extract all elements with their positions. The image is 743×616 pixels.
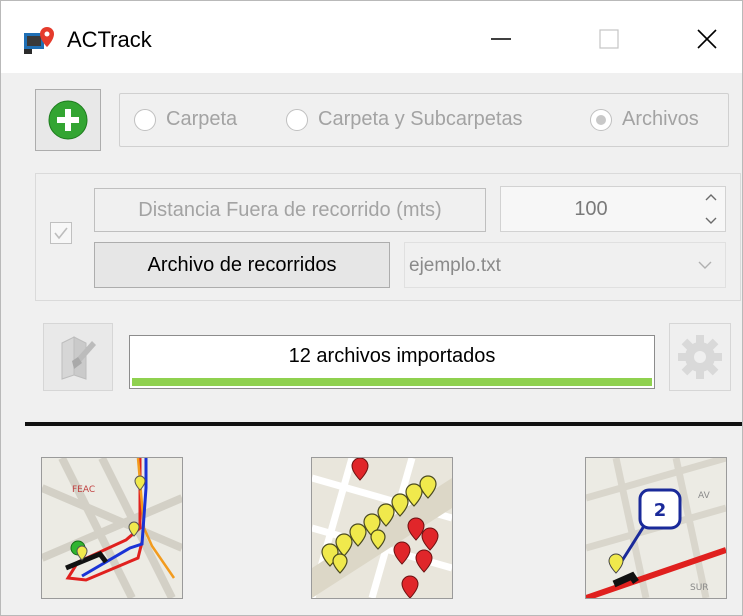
- routes-file-value: ejemplo.txt: [409, 255, 501, 276]
- points-view-button[interactable]: [311, 457, 453, 599]
- stop-count-map-icon: AV SUR 2: [586, 458, 726, 598]
- title-bar[interactable]: ACTrack: [1, 1, 742, 73]
- pins-map-icon: [312, 458, 452, 598]
- distance-button[interactable]: Distancia Fuera de recorrido (mts): [94, 188, 486, 232]
- radio-label: Carpeta: [166, 108, 238, 130]
- radio-label: Archivos: [622, 108, 699, 130]
- progress-label: 12 archivos importados: [288, 344, 496, 367]
- routes-file-button[interactable]: Archivo de recorridos: [94, 242, 390, 288]
- minimize-icon: [491, 38, 511, 40]
- route-view-button[interactable]: FEAC: [41, 457, 183, 599]
- import-progress: 12 archivos importados: [129, 335, 655, 389]
- close-icon: [697, 29, 717, 49]
- radio-carpeta[interactable]: Carpeta: [134, 108, 237, 131]
- stops-count-badge: 2: [654, 500, 667, 521]
- spinner-buttons[interactable]: [701, 193, 721, 225]
- add-button[interactable]: [35, 89, 101, 151]
- distance-spinner[interactable]: 100: [500, 186, 726, 232]
- chevron-down-icon[interactable]: [705, 217, 717, 225]
- app-window: ACTrack Carpeta Carpeta y Subcarpetas Ar…: [0, 0, 743, 616]
- routes-file-select[interactable]: ejemplo.txt: [404, 242, 726, 288]
- settings-group: Distancia Fuera de recorrido (mts) 100 A…: [35, 173, 741, 301]
- check-icon: [54, 227, 68, 240]
- plus-icon: [48, 100, 88, 140]
- route-map-icon: FEAC: [42, 458, 182, 598]
- svg-text:AV: AV: [698, 491, 711, 501]
- radio-circle: [590, 108, 612, 131]
- window-title: ACTrack: [67, 27, 152, 52]
- radio-circle: [134, 108, 156, 131]
- settings-button[interactable]: [669, 323, 731, 391]
- distance-value: 100: [574, 197, 608, 220]
- maximize-button[interactable]: [579, 11, 639, 67]
- svg-text:FEAC: FEAC: [72, 485, 95, 495]
- progress-bar-fill: [132, 378, 652, 386]
- maximize-icon: [599, 29, 619, 49]
- radio-carpeta-subcarpetas[interactable]: Carpeta y Subcarpetas: [286, 108, 523, 131]
- map-brush-icon: [61, 336, 96, 380]
- stops-view-button[interactable]: AV SUR 2: [585, 457, 727, 599]
- close-button[interactable]: [677, 11, 737, 67]
- gear-icon: [678, 335, 722, 379]
- distance-checkbox[interactable]: [50, 222, 72, 244]
- svg-text:SUR: SUR: [690, 583, 709, 593]
- chevron-down-icon: [698, 261, 712, 269]
- source-type-group: Carpeta Carpeta y Subcarpetas Archivos: [119, 93, 729, 147]
- radio-circle: [286, 108, 308, 131]
- minimize-button[interactable]: [471, 11, 531, 67]
- radio-archivos[interactable]: Archivos: [590, 108, 699, 131]
- map-tool-button[interactable]: [43, 323, 113, 391]
- radio-label: Carpeta y Subcarpetas: [318, 108, 523, 130]
- divider: [25, 422, 742, 426]
- app-logo-icon: [24, 27, 54, 54]
- chevron-up-icon[interactable]: [705, 193, 717, 201]
